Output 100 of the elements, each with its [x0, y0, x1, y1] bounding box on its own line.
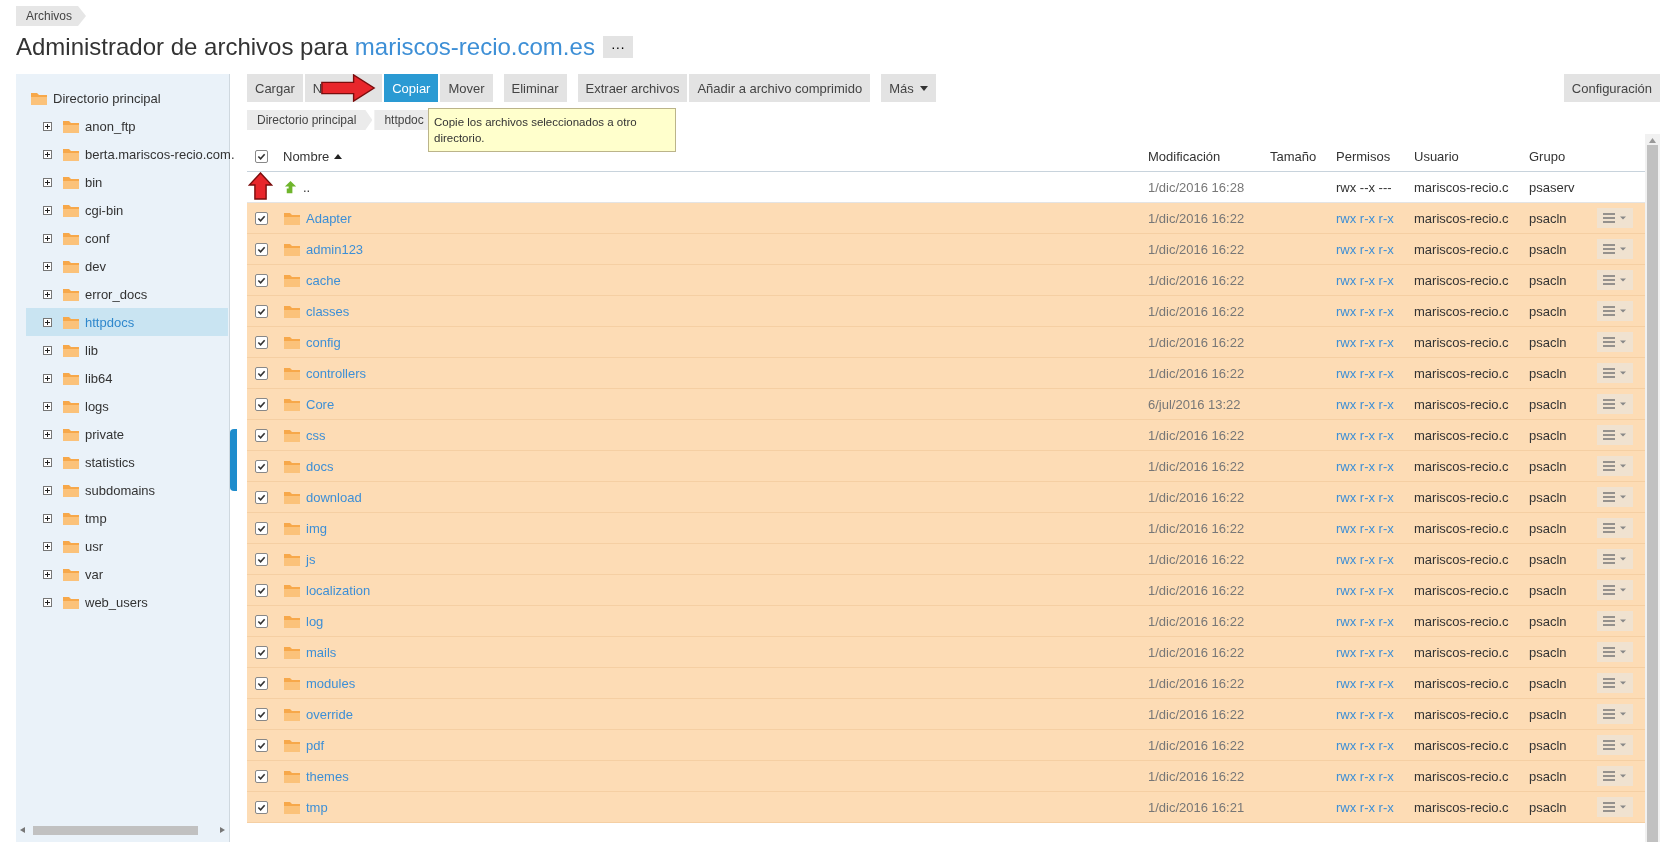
checkbox[interactable] — [255, 459, 268, 473]
checkbox[interactable] — [255, 335, 268, 349]
checkbox[interactable] — [255, 676, 268, 690]
tree-item[interactable]: anon_ftp — [26, 112, 228, 140]
checkbox[interactable] — [255, 490, 268, 504]
column-header[interactable]: Usuario — [1410, 149, 1525, 164]
tree-item[interactable]: error_docs — [26, 280, 228, 308]
tree-item[interactable]: web_users — [26, 588, 228, 616]
file-row[interactable]: mails 1/dic/2016 16:22 rwx r-x r-x mariscos-recio.c psacln — [247, 637, 1645, 668]
checkbox[interactable] — [255, 211, 268, 225]
expand-icon[interactable] — [43, 317, 52, 327]
file-row[interactable]: download 1/dic/2016 16:22 rwx r-x r-x mariscos-recio.c psacln — [247, 482, 1645, 513]
tree-item[interactable]: tmp — [26, 504, 228, 532]
checkbox[interactable] — [255, 366, 268, 380]
tree-item[interactable]: lib — [26, 336, 228, 364]
permissions-link[interactable]: rwx --x --- — [1336, 179, 1392, 195]
expand-icon[interactable] — [43, 513, 52, 523]
file-row[interactable]: img 1/dic/2016 16:22 rwx r-x r-x mariscos-recio.c psacln — [247, 513, 1645, 544]
checkbox[interactable] — [255, 428, 268, 442]
expand-icon[interactable] — [43, 429, 52, 439]
expand-icon[interactable] — [43, 485, 52, 495]
folder-icon — [283, 210, 301, 226]
expand-icon[interactable] — [43, 205, 52, 215]
breadcrumb-link[interactable]: Archivos — [16, 6, 86, 26]
file-row[interactable]: config 1/dic/2016 16:22 rwx r-x r-x mariscos-recio.c psacln — [247, 327, 1645, 358]
checkbox[interactable] — [255, 242, 268, 256]
settings-button[interactable]: Configuración — [1563, 74, 1660, 102]
toolbar-button[interactable]: Extraer archivos — [577, 74, 688, 102]
file-row[interactable]: themes 1/dic/2016 16:22 rwx r-x r-x mariscos-recio.c psacln — [247, 761, 1645, 792]
checkbox[interactable] — [255, 150, 268, 163]
expand-icon[interactable] — [43, 401, 52, 411]
column-header[interactable]: Grupo — [1525, 149, 1593, 164]
file-row[interactable]: override 1/dic/2016 16:22 rwx r-x r-x mariscos-recio.c psacln — [247, 699, 1645, 730]
tree-item[interactable]: dev — [26, 252, 228, 280]
file-row[interactable]: js 1/dic/2016 16:22 rwx r-x r-x mariscos-recio.c psacln — [247, 544, 1645, 575]
checkbox[interactable] — [255, 583, 268, 597]
file-row[interactable]: classes 1/dic/2016 16:22 rwx r-x r-x mariscos-recio.c psacln — [247, 296, 1645, 327]
expand-icon[interactable] — [43, 149, 52, 159]
file-row[interactable]: css 1/dic/2016 16:22 rwx r-x r-x mariscos-recio.c psacln — [247, 420, 1645, 451]
checkbox[interactable] — [255, 614, 268, 628]
tree-item[interactable]: conf — [26, 224, 228, 252]
file-row[interactable]: Adapter 1/dic/2016 16:22 rwx r-x r-x mariscos-recio.c psacln — [247, 203, 1645, 234]
column-header[interactable]: Tamaño — [1266, 149, 1332, 164]
checkbox[interactable] — [255, 304, 268, 318]
file-row[interactable]: docs 1/dic/2016 16:22 rwx r-x r-x mariscos-recio.c psacln — [247, 451, 1645, 482]
expand-icon[interactable] — [43, 345, 52, 355]
toolbar-button[interactable]: Eliminar — [503, 74, 567, 102]
checkbox[interactable] — [255, 645, 268, 659]
collapse-handle[interactable] — [230, 429, 237, 491]
expand-icon[interactable] — [43, 289, 52, 299]
file-row[interactable]: pdf 1/dic/2016 16:22 rwx r-x r-x mariscos-recio.c psacln — [247, 730, 1645, 761]
column-header[interactable]: Nombre — [279, 149, 1144, 164]
scrollbar[interactable] — [1645, 134, 1660, 842]
file-link[interactable]: .. — [303, 179, 311, 195]
file-row[interactable]: modules 1/dic/2016 16:22 rwx r-x r-x mariscos-recio.c psacln — [247, 668, 1645, 699]
tree-item[interactable]: subdomains — [26, 476, 228, 504]
checkbox[interactable] — [255, 273, 268, 287]
tree-item[interactable]: statistics — [26, 448, 228, 476]
toolbar-button[interactable]: Mover — [440, 74, 493, 102]
scroll-left-icon[interactable] — [20, 827, 25, 833]
expand-icon[interactable] — [43, 261, 52, 271]
expand-icon[interactable] — [43, 457, 52, 467]
checkbox[interactable] — [255, 769, 268, 783]
tree-item[interactable]: Directorio principal — [16, 84, 229, 112]
tree-item[interactable]: lib64 — [26, 364, 228, 392]
checkbox[interactable] — [255, 552, 268, 566]
tree-item[interactable]: logs — [26, 392, 228, 420]
tree-item[interactable]: usr — [26, 532, 228, 560]
checkbox[interactable] — [255, 738, 268, 752]
checkbox[interactable] — [255, 707, 268, 721]
expand-icon[interactable] — [43, 177, 52, 187]
path-link[interactable]: Directorio principal — [247, 110, 373, 130]
checkbox[interactable] — [255, 800, 268, 814]
more-button[interactable]: ··· — [602, 36, 633, 58]
file-row[interactable]: controllers 1/dic/2016 16:22 rwx r-x r-x mariscos-recio.c psacln — [247, 358, 1645, 389]
toolbar-button[interactable]: Más — [881, 74, 936, 102]
expand-icon[interactable] — [43, 597, 52, 607]
tree-item[interactable]: bin — [26, 168, 228, 196]
file-row[interactable]: Core 6/jul/2016 13:22 rwx r-x r-x mariscos-recio.c psacln — [247, 389, 1645, 420]
tree-item[interactable]: berta.mariscos-recio.com. — [26, 140, 239, 168]
checkbox[interactable] — [255, 521, 268, 535]
file-row[interactable]: cache 1/dic/2016 16:22 rwx r-x r-x mariscos-recio.c psacln — [247, 265, 1645, 296]
expand-icon[interactable] — [43, 233, 52, 243]
expand-icon[interactable] — [43, 569, 52, 579]
file-row[interactable]: localization 1/dic/2016 16:22 rwx r-x r-x mariscos-recio.c psacln — [247, 575, 1645, 606]
file-row[interactable]: tmp 1/dic/2016 16:21 rwx r-x r-x mariscos-recio.c psacln — [247, 792, 1645, 823]
expand-icon[interactable] — [43, 121, 52, 131]
expand-icon[interactable] — [43, 541, 52, 551]
expand-icon[interactable] — [43, 373, 52, 383]
checkbox[interactable] — [255, 397, 268, 411]
file-row[interactable]: admin123 1/dic/2016 16:22 rwx r-x r-x mariscos-recio.c psacln — [247, 234, 1645, 265]
tree-item[interactable]: var — [26, 560, 228, 588]
scroll-right-icon[interactable] — [220, 827, 225, 833]
column-header[interactable]: Modificación — [1144, 149, 1266, 164]
toolbar-button[interactable]: Añadir a archivo comprimido — [689, 74, 871, 102]
toolbar-button[interactable]: Cargar — [247, 74, 303, 102]
tree-item[interactable]: cgi-bin — [26, 196, 228, 224]
tree-item[interactable]: private — [26, 420, 228, 448]
file-row[interactable]: log 1/dic/2016 16:22 rwx r-x r-x mariscos-recio.c psacln — [247, 606, 1645, 637]
column-header[interactable]: Permisos — [1332, 149, 1410, 164]
